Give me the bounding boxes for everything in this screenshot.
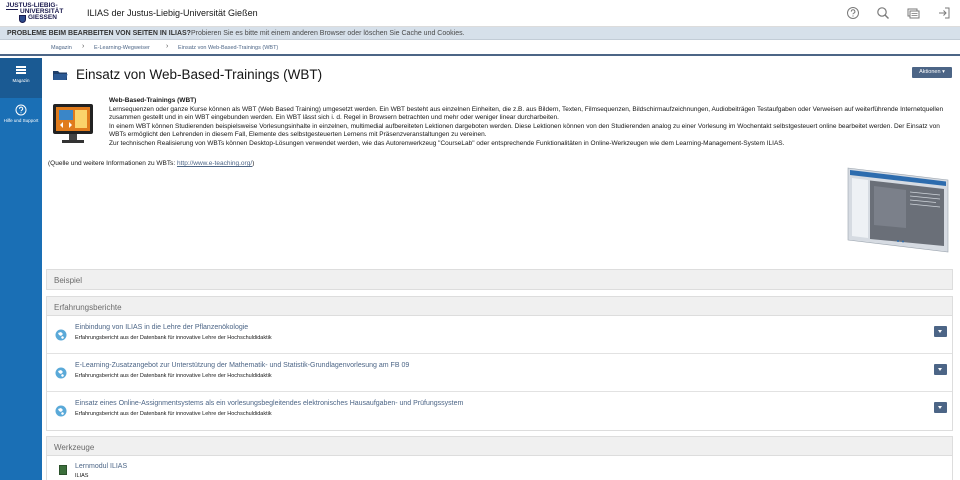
folder-icon — [53, 71, 68, 80]
item-subtitle: ILIAS — [75, 473, 89, 479]
notifications-icon[interactable] — [906, 6, 920, 20]
site-title[interactable]: ILIAS der Justus-Liebig-Universität Gieß… — [87, 8, 258, 18]
panel-title: Erfahrungsberichte — [54, 303, 122, 312]
chevron-right-icon: › — [82, 43, 85, 50]
help-support-icon — [15, 104, 27, 116]
source-note: (Quelle und weitere Informationen zu WBT… — [48, 160, 254, 167]
mainbar-label: Magazin — [12, 78, 30, 83]
breadcrumb: Magazin › E-Learning-Wegweiser › Einsatz… — [0, 40, 960, 56]
list-item: Lernmodul ILIAS ILIAS — [47, 456, 952, 480]
panel-header: Werkzeuge — [47, 437, 952, 456]
breadcrumb-item-current[interactable]: Einsatz von Web-Based-Trainings (WBT) — [178, 45, 278, 51]
logo-line-3: GIESSEN — [28, 14, 57, 21]
panel-werkzeuge: Werkzeuge Lernmodul ILIAS ILIAS — [46, 436, 953, 480]
item-actions-dropdown[interactable] — [934, 326, 947, 337]
list-item: Einbindung von ILIAS in die Lehre der Pf… — [47, 316, 952, 354]
item-title-link[interactable]: E-Learning-Zusatzangebot zur Unterstützu… — [75, 362, 409, 369]
description-title: Web-Based-Trainings (WBT) — [109, 97, 197, 104]
mainbar-item-magazin[interactable]: Magazin — [0, 58, 42, 98]
source-prefix: (Quelle und weitere Informationen zu WBT… — [48, 160, 177, 167]
description-paragraph: Lernsequenzen oder ganze Kurse können al… — [109, 105, 944, 122]
item-subtitle: Erfahrungsbericht aus der Datenbank für … — [75, 373, 272, 379]
wbt-screenshot-image — [847, 167, 949, 253]
item-actions-dropdown[interactable] — [934, 364, 947, 375]
top-header: JUSTUS-LIEBIG- UNIVERSITÄT GIESSEN ILIAS… — [0, 0, 960, 27]
panel-erfahrungsberichte: Erfahrungsberichte Einbindung von ILIAS … — [46, 296, 953, 431]
list-item: Einsatz eines Online-Assignmentsystems a… — [47, 392, 952, 430]
system-notice: PROBLEME BEIM BEARBEITEN VON SEITEN IN I… — [0, 27, 960, 40]
computer-screen-icon — [53, 104, 93, 143]
mainbar-label: Hilfe und Support — [3, 118, 39, 123]
actions-button[interactable]: Aktionen ▾ — [912, 67, 952, 78]
university-logo[interactable]: JUSTUS-LIEBIG- UNIVERSITÄT GIESSEN — [6, 2, 74, 24]
item-subtitle: Erfahrungsbericht aus der Datenbank für … — [75, 411, 272, 417]
repository-icon — [16, 66, 26, 74]
search-icon[interactable] — [876, 6, 890, 20]
item-title-link[interactable]: Lernmodul ILIAS — [75, 463, 127, 470]
learning-module-icon — [59, 465, 67, 475]
source-link[interactable]: http://www.e-teaching.org/ — [177, 160, 252, 167]
notice-title: PROBLEME BEIM BEARBEITEN VON SEITEN IN I… — [7, 30, 191, 37]
breadcrumb-item-wegweiser[interactable]: E-Learning-Wegweiser — [94, 45, 150, 51]
crest-icon — [19, 15, 26, 23]
main-bar: Magazin Hilfe und Support — [0, 58, 42, 480]
logo-rule — [6, 9, 18, 10]
panel-beispiel: Beispiel — [46, 269, 953, 290]
help-icon[interactable] — [846, 6, 860, 20]
panel-header: Beispiel — [47, 270, 952, 289]
logout-icon[interactable] — [937, 6, 951, 20]
source-suffix: ) — [252, 160, 255, 167]
breadcrumb-item-magazin[interactable]: Magazin — [51, 45, 72, 51]
mainbar-item-help[interactable]: Hilfe und Support — [0, 98, 42, 138]
description-paragraph: In einem WBT können Studierenden beispie… — [109, 122, 940, 139]
panel-title: Beispiel — [54, 276, 83, 285]
web-resource-icon — [55, 329, 67, 341]
panel-title: Werkzeuge — [54, 443, 95, 452]
description-paragraph: Zur technischen Realisierung von WBTs kö… — [109, 139, 785, 147]
web-resource-icon — [55, 405, 67, 417]
web-resource-icon — [55, 367, 67, 379]
panel-header: Erfahrungsberichte — [47, 297, 952, 316]
list-item: E-Learning-Zusatzangebot zur Unterstützu… — [47, 354, 952, 392]
item-subtitle: Erfahrungsbericht aus der Datenbank für … — [75, 335, 272, 341]
description: Web-Based-Trainings (WBT) Lernsequenzen … — [109, 97, 955, 148]
page-title: Einsatz von Web-Based-Trainings (WBT) — [76, 67, 323, 82]
item-title-link[interactable]: Einbindung von ILIAS in die Lehre der Pf… — [75, 324, 248, 331]
item-title-link[interactable]: Einsatz eines Online-Assignmentsystems a… — [75, 400, 463, 407]
notice-text: Probieren Sie es bitte mit einem anderen… — [191, 30, 465, 37]
main-content: Einsatz von Web-Based-Trainings (WBT) Ak… — [42, 58, 960, 480]
item-actions-dropdown[interactable] — [934, 402, 947, 413]
chevron-right-icon: › — [166, 43, 169, 50]
